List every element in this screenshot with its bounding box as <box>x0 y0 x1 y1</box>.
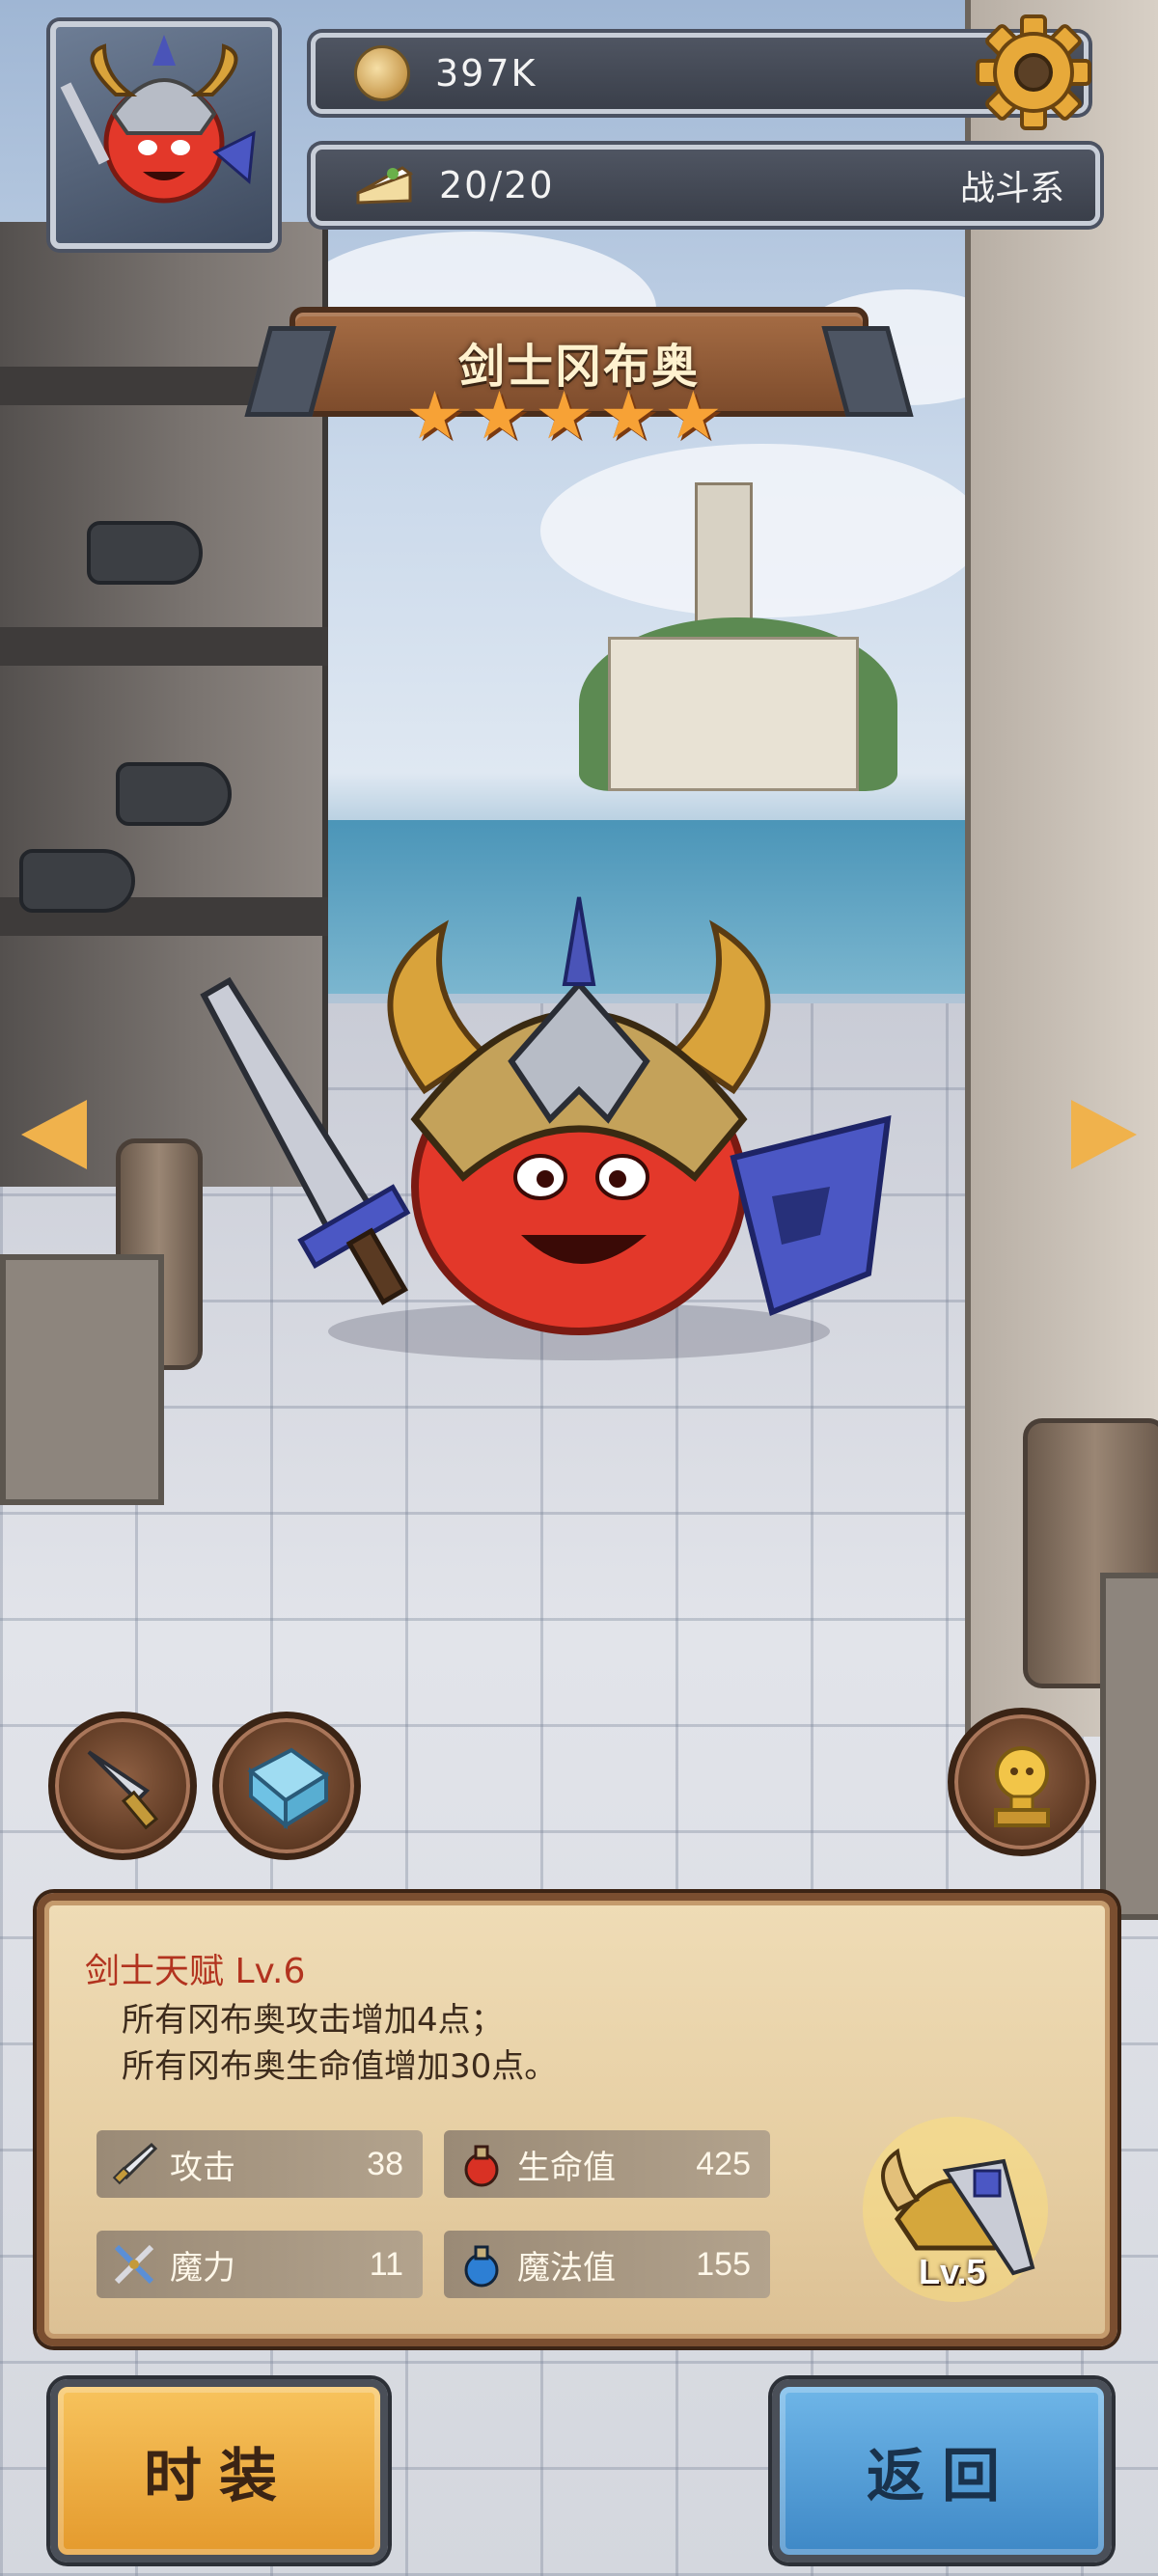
hero-character[interactable] <box>193 868 965 1370</box>
stat-hp-value: 425 <box>696 2145 751 2182</box>
stat-magic-value: 11 <box>369 2245 403 2283</box>
talent-title: 剑士天赋 Lv.6 <box>85 1952 306 1991</box>
fashion-button[interactable]: 时装 <box>50 2379 388 2562</box>
star-rating: ★ ★ ★ ★ ★ <box>405 384 723 450</box>
stat-mp-label: 魔法值 <box>517 2248 616 2288</box>
companion-slot-button[interactable] <box>212 1712 361 1860</box>
star-icon: ★ <box>534 378 593 454</box>
stat-attack-label: 攻击 <box>170 2148 235 2187</box>
stat-attack-value: 38 <box>367 2145 403 2182</box>
star-icon: ★ <box>469 378 529 454</box>
coin-icon <box>354 45 410 101</box>
talent-description: 所有冈布奥攻击增加4点； 所有冈布奥生命值增加30点。 <box>122 1997 557 2090</box>
back-button[interactable]: 返回 <box>772 2379 1112 2562</box>
blue-potion-icon <box>452 2234 511 2294</box>
stamina-bar: 20/20 战斗系 <box>311 145 1100 226</box>
star-icon: ★ <box>405 378 464 454</box>
dagger-icon <box>87 1750 159 1830</box>
stamina-value: 20/20 <box>439 164 555 206</box>
trophy-button[interactable] <box>948 1708 1096 1856</box>
stat-magic: 魔力 11 <box>96 2231 423 2298</box>
stat-attack: 攻击 38 <box>96 2130 423 2198</box>
ice-block-icon <box>247 1747 330 1830</box>
stat-magic-label: 魔力 <box>170 2248 235 2288</box>
cake-stamina-icon <box>354 164 414 206</box>
stat-hp: 生命值 425 <box>444 2130 770 2198</box>
stat-mp-value: 155 <box>696 2245 751 2283</box>
equipment-level: Lv.5 <box>919 2252 986 2291</box>
stat-hp-label: 生命值 <box>517 2148 616 2187</box>
stat-mp: 魔法值 155 <box>444 2231 770 2298</box>
settings-gear-icon[interactable] <box>975 14 1092 131</box>
coins-bar: 397K <box>311 33 1089 114</box>
previous-hero-arrow-icon[interactable] <box>21 1100 87 1169</box>
golden-trophy-icon <box>994 1746 1050 1827</box>
coins-value: 397K <box>435 52 538 95</box>
red-potion-icon <box>452 2134 511 2194</box>
crossed-swords-icon <box>104 2234 164 2294</box>
star-icon: ★ <box>663 378 723 454</box>
category-label[interactable]: 战斗系 <box>960 160 1064 210</box>
weapon-slot-button[interactable] <box>48 1712 197 1860</box>
talent-line-1: 所有冈布奥攻击增加4点； <box>122 2001 504 2040</box>
hero-portrait-avatar[interactable] <box>50 21 278 249</box>
talent-line-2: 所有冈布奥生命值增加30点。 <box>122 2047 558 2086</box>
star-icon: ★ <box>598 378 658 454</box>
next-hero-arrow-icon[interactable] <box>1071 1100 1137 1169</box>
sword-icon <box>104 2134 164 2194</box>
